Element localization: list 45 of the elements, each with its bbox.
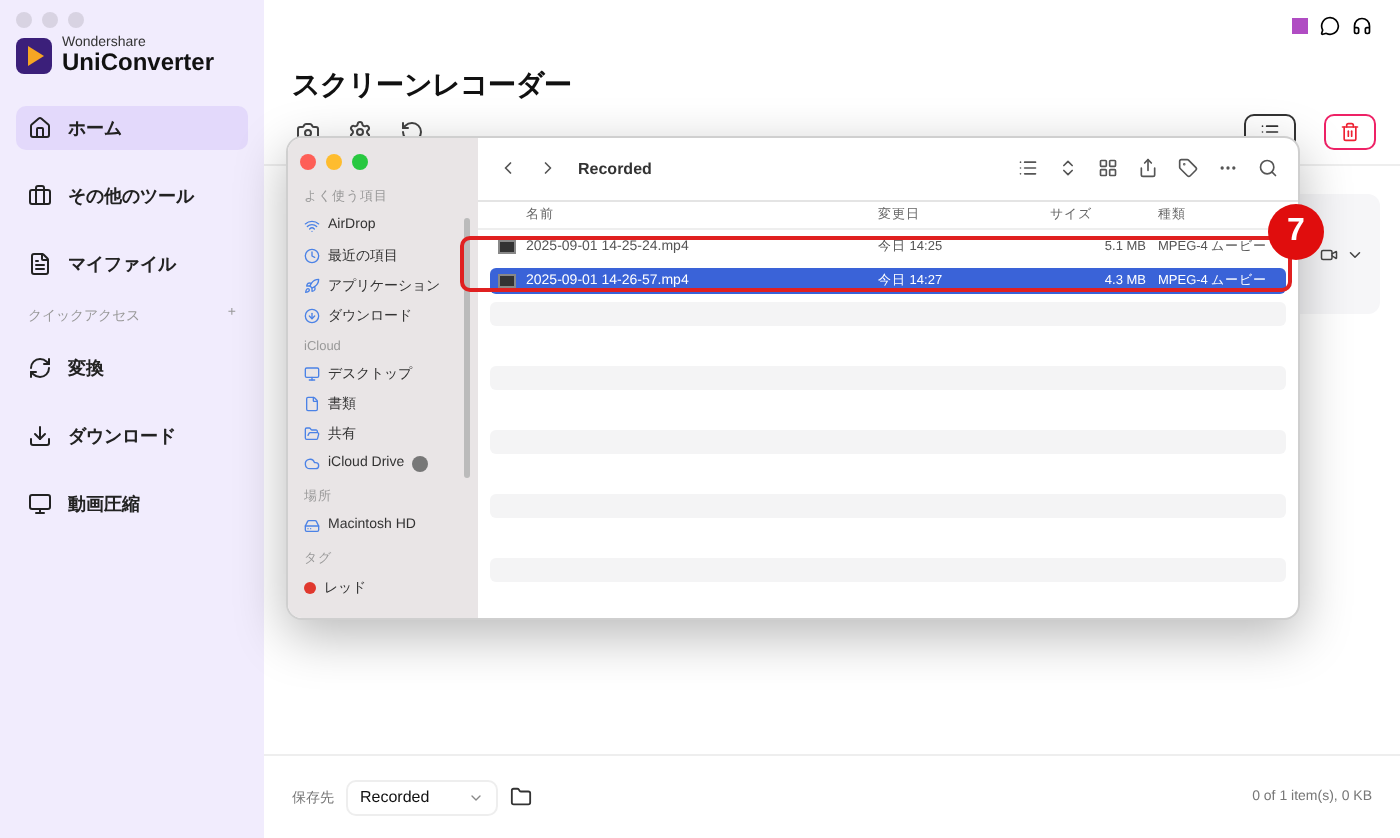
- toolbox-icon: [28, 184, 52, 208]
- nav-item[interactable]: 動画圧縮: [16, 482, 248, 526]
- folder-icon: [304, 425, 320, 441]
- trash-icon: [1340, 122, 1360, 142]
- nav-item[interactable]: ホーム: [16, 106, 248, 150]
- search-icon[interactable]: [1258, 158, 1278, 179]
- video-thumbnail-icon: [498, 274, 516, 288]
- airdrop-icon: [304, 217, 320, 233]
- share-icon[interactable]: [1138, 158, 1158, 179]
- sort-icon[interactable]: [1058, 158, 1078, 179]
- document-icon: [304, 395, 320, 411]
- nav-item[interactable]: 変換: [16, 346, 248, 390]
- brand-name: UniConverter: [62, 50, 215, 74]
- document-icon: [28, 252, 52, 276]
- logo-icon: [16, 37, 52, 73]
- nav-item[interactable]: マイファイル: [16, 242, 248, 286]
- video-thumbnail-icon: [498, 240, 516, 254]
- rocket-icon: [304, 277, 320, 293]
- delete-button[interactable]: [1324, 114, 1376, 150]
- download-icon: [28, 424, 52, 448]
- nav-item[interactable]: ダウンロード: [16, 414, 248, 458]
- convert-icon: [28, 356, 52, 380]
- window-dot: [42, 12, 58, 28]
- cloud-icon: [304, 455, 320, 471]
- desktop-icon: [304, 365, 320, 381]
- record-icon[interactable]: [1320, 245, 1338, 263]
- folder-button[interactable]: [510, 786, 532, 808]
- nav-item[interactable]: その他のツール: [16, 174, 248, 218]
- home-icon: [28, 116, 52, 140]
- avatar-icon: [1292, 18, 1308, 34]
- folder-title: Recorded: [578, 159, 652, 178]
- tag-icon[interactable]: [1178, 158, 1198, 179]
- window-dot: [16, 12, 32, 28]
- support-icon[interactable]: [1352, 16, 1372, 36]
- clock-icon: [304, 247, 320, 263]
- list-view-icon[interactable]: [1018, 158, 1038, 179]
- grid-icon[interactable]: [1098, 158, 1118, 179]
- save-path-select[interactable]: Recorded: [346, 779, 498, 815]
- folder-icon: [510, 786, 532, 808]
- progress-icon: [412, 455, 429, 471]
- monitor-icon: [28, 492, 52, 516]
- window-dot: [68, 12, 84, 28]
- download-icon: [304, 307, 320, 323]
- page-title: スクリーンレコーダー: [292, 68, 574, 104]
- chat-icon[interactable]: [1320, 16, 1340, 36]
